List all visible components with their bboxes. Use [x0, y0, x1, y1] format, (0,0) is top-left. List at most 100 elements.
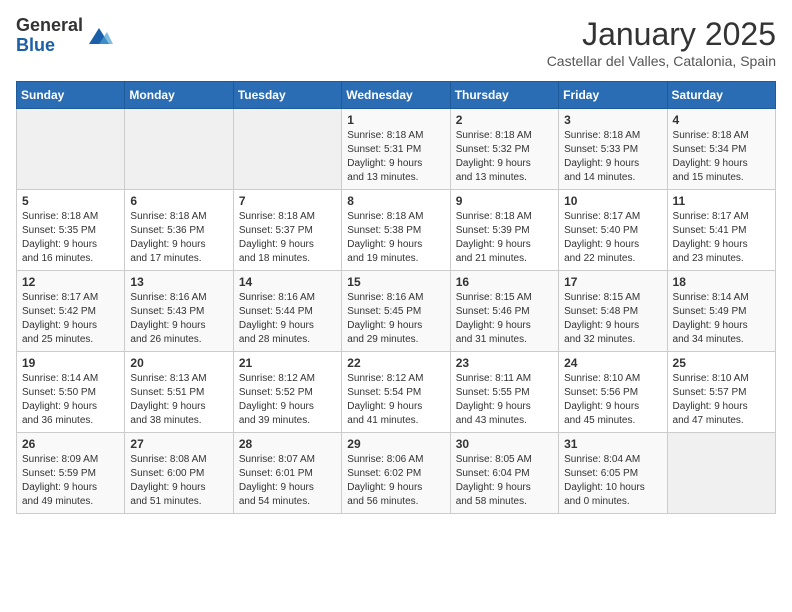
day-info: Sunrise: 8:18 AM Sunset: 5:35 PM Dayligh…: [22, 210, 119, 266]
calendar-cell: 11Sunrise: 8:17 AM Sunset: 5:41 PM Dayli…: [667, 190, 775, 271]
day-info: Sunrise: 8:15 AM Sunset: 5:48 PM Dayligh…: [564, 291, 661, 347]
calendar-cell: 21Sunrise: 8:12 AM Sunset: 5:52 PM Dayli…: [233, 352, 341, 433]
calendar-cell: 23Sunrise: 8:11 AM Sunset: 5:55 PM Dayli…: [450, 352, 558, 433]
week-row-1: 1 Sunrise: 8:18 AM Sunset: 5:31 PM Daylig…: [17, 109, 776, 190]
day-number: 24: [564, 356, 661, 370]
calendar-cell: [233, 109, 341, 190]
calendar-cell: 14 Sunrise: 8:16 AM Sunset: 5:44 PM Dayli…: [233, 271, 341, 352]
calendar-cell: 25 Sunrise: 8:10 AM Sunset: 5:57 PM Dayli…: [667, 352, 775, 433]
day-info: Sunrise: 8:10 AM Sunset: 5:56 PM Dayligh…: [564, 372, 661, 428]
day-number: 15: [347, 275, 444, 289]
calendar-cell: 9Sunrise: 8:18 AM Sunset: 5:39 PM Daylig…: [450, 190, 558, 271]
calendar-cell: 5 Sunrise: 8:18 AM Sunset: 5:35 PM Daylig…: [17, 190, 125, 271]
calendar-cell: 30 Sunrise: 8:05 AM Sunset: 6:04 PM Dayli…: [450, 433, 558, 514]
week-row-4: 19 Sunrise: 8:14 AM Sunset: 5:50 PM Dayli…: [17, 352, 776, 433]
day-info: Sunrise: 8:10 AM Sunset: 5:57 PM Dayligh…: [673, 372, 770, 428]
day-number: 8: [347, 194, 444, 208]
calendar-cell: 10Sunrise: 8:17 AM Sunset: 5:40 PM Dayli…: [559, 190, 667, 271]
calendar-cell: 27 Sunrise: 8:08 AM Sunset: 6:00 PM Dayli…: [125, 433, 233, 514]
day-number: 29: [347, 437, 444, 451]
logo-icon: [85, 22, 113, 50]
calendar-cell: 13Sunrise: 8:16 AM Sunset: 5:43 PM Dayli…: [125, 271, 233, 352]
day-number: 22: [347, 356, 444, 370]
calendar-cell: 1 Sunrise: 8:18 AM Sunset: 5:31 PM Daylig…: [342, 109, 450, 190]
day-number: 27: [130, 437, 227, 451]
day-info: Sunrise: 8:18 AM Sunset: 5:36 PM Dayligh…: [130, 210, 227, 266]
calendar-cell: 20 Sunrise: 8:13 AM Sunset: 5:51 PM Dayli…: [125, 352, 233, 433]
calendar-cell: [125, 109, 233, 190]
day-number: 7: [239, 194, 336, 208]
calendar-cell: 7 Sunrise: 8:18 AM Sunset: 5:37 PM Daylig…: [233, 190, 341, 271]
calendar-cell: 19 Sunrise: 8:14 AM Sunset: 5:50 PM Dayli…: [17, 352, 125, 433]
day-number: 4: [673, 113, 770, 127]
logo-text: General Blue: [16, 16, 83, 56]
calendar-cell: 6 Sunrise: 8:18 AM Sunset: 5:36 PM Daylig…: [125, 190, 233, 271]
day-info: Sunrise: 8:18 AM Sunset: 5:31 PM Dayligh…: [347, 129, 444, 185]
day-info: Sunrise: 8:04 AM Sunset: 6:05 PM Dayligh…: [564, 453, 661, 509]
weekday-header-friday: Friday: [559, 82, 667, 109]
title-block: January 2025 Castellar del Valles, Catal…: [547, 16, 776, 69]
day-info: Sunrise: 8:05 AM Sunset: 6:04 PM Dayligh…: [456, 453, 553, 509]
day-info: Sunrise: 8:14 AM Sunset: 5:49 PM Dayligh…: [673, 291, 770, 347]
week-row-3: 12Sunrise: 8:17 AM Sunset: 5:42 PM Dayli…: [17, 271, 776, 352]
day-info: Sunrise: 8:07 AM Sunset: 6:01 PM Dayligh…: [239, 453, 336, 509]
day-number: 19: [22, 356, 119, 370]
day-info: Sunrise: 8:17 AM Sunset: 5:41 PM Dayligh…: [673, 210, 770, 266]
calendar-cell: 18 Sunrise: 8:14 AM Sunset: 5:49 PM Dayli…: [667, 271, 775, 352]
logo-general: General: [16, 16, 83, 36]
day-info: Sunrise: 8:17 AM Sunset: 5:40 PM Dayligh…: [564, 210, 661, 266]
calendar-cell: 26Sunrise: 8:09 AM Sunset: 5:59 PM Dayli…: [17, 433, 125, 514]
weekday-header-row: SundayMondayTuesdayWednesdayThursdayFrid…: [17, 82, 776, 109]
day-number: 17: [564, 275, 661, 289]
calendar-cell: 3Sunrise: 8:18 AM Sunset: 5:33 PM Daylig…: [559, 109, 667, 190]
logo-blue: Blue: [16, 36, 83, 56]
day-number: 9: [456, 194, 553, 208]
day-info: Sunrise: 8:13 AM Sunset: 5:51 PM Dayligh…: [130, 372, 227, 428]
day-number: 1: [347, 113, 444, 127]
day-number: 16: [456, 275, 553, 289]
weekday-header-thursday: Thursday: [450, 82, 558, 109]
weekday-header-saturday: Saturday: [667, 82, 775, 109]
day-number: 18: [673, 275, 770, 289]
calendar-cell: 15 Sunrise: 8:16 AM Sunset: 5:45 PM Dayli…: [342, 271, 450, 352]
weekday-header-monday: Monday: [125, 82, 233, 109]
weekday-header-wednesday: Wednesday: [342, 82, 450, 109]
calendar-cell: 29Sunrise: 8:06 AM Sunset: 6:02 PM Dayli…: [342, 433, 450, 514]
calendar-cell: 12Sunrise: 8:17 AM Sunset: 5:42 PM Dayli…: [17, 271, 125, 352]
day-number: 12: [22, 275, 119, 289]
day-info: Sunrise: 8:18 AM Sunset: 5:37 PM Dayligh…: [239, 210, 336, 266]
week-row-2: 5 Sunrise: 8:18 AM Sunset: 5:35 PM Daylig…: [17, 190, 776, 271]
calendar-table: SundayMondayTuesdayWednesdayThursdayFrid…: [16, 81, 776, 514]
day-info: Sunrise: 8:08 AM Sunset: 6:00 PM Dayligh…: [130, 453, 227, 509]
weekday-header-sunday: Sunday: [17, 82, 125, 109]
day-number: 20: [130, 356, 227, 370]
day-info: Sunrise: 8:09 AM Sunset: 5:59 PM Dayligh…: [22, 453, 119, 509]
day-info: Sunrise: 8:12 AM Sunset: 5:52 PM Dayligh…: [239, 372, 336, 428]
day-info: Sunrise: 8:11 AM Sunset: 5:55 PM Dayligh…: [456, 372, 553, 428]
day-info: Sunrise: 8:18 AM Sunset: 5:32 PM Dayligh…: [456, 129, 553, 185]
month-title: January 2025: [547, 16, 776, 53]
day-number: 28: [239, 437, 336, 451]
day-info: Sunrise: 8:18 AM Sunset: 5:34 PM Dayligh…: [673, 129, 770, 185]
day-info: Sunrise: 8:12 AM Sunset: 5:54 PM Dayligh…: [347, 372, 444, 428]
calendar-cell: [667, 433, 775, 514]
day-info: Sunrise: 8:16 AM Sunset: 5:45 PM Dayligh…: [347, 291, 444, 347]
day-number: 25: [673, 356, 770, 370]
day-info: Sunrise: 8:16 AM Sunset: 5:44 PM Dayligh…: [239, 291, 336, 347]
calendar-cell: 8Sunrise: 8:18 AM Sunset: 5:38 PM Daylig…: [342, 190, 450, 271]
calendar-cell: 2 Sunrise: 8:18 AM Sunset: 5:32 PM Daylig…: [450, 109, 558, 190]
day-number: 14: [239, 275, 336, 289]
day-number: 5: [22, 194, 119, 208]
calendar-cell: 31 Sunrise: 8:04 AM Sunset: 6:05 PM Dayli…: [559, 433, 667, 514]
weekday-header-tuesday: Tuesday: [233, 82, 341, 109]
day-number: 13: [130, 275, 227, 289]
day-number: 3: [564, 113, 661, 127]
week-row-5: 26Sunrise: 8:09 AM Sunset: 5:59 PM Dayli…: [17, 433, 776, 514]
day-number: 2: [456, 113, 553, 127]
calendar-cell: [17, 109, 125, 190]
day-number: 30: [456, 437, 553, 451]
day-info: Sunrise: 8:14 AM Sunset: 5:50 PM Dayligh…: [22, 372, 119, 428]
day-info: Sunrise: 8:15 AM Sunset: 5:46 PM Dayligh…: [456, 291, 553, 347]
day-number: 6: [130, 194, 227, 208]
day-number: 31: [564, 437, 661, 451]
